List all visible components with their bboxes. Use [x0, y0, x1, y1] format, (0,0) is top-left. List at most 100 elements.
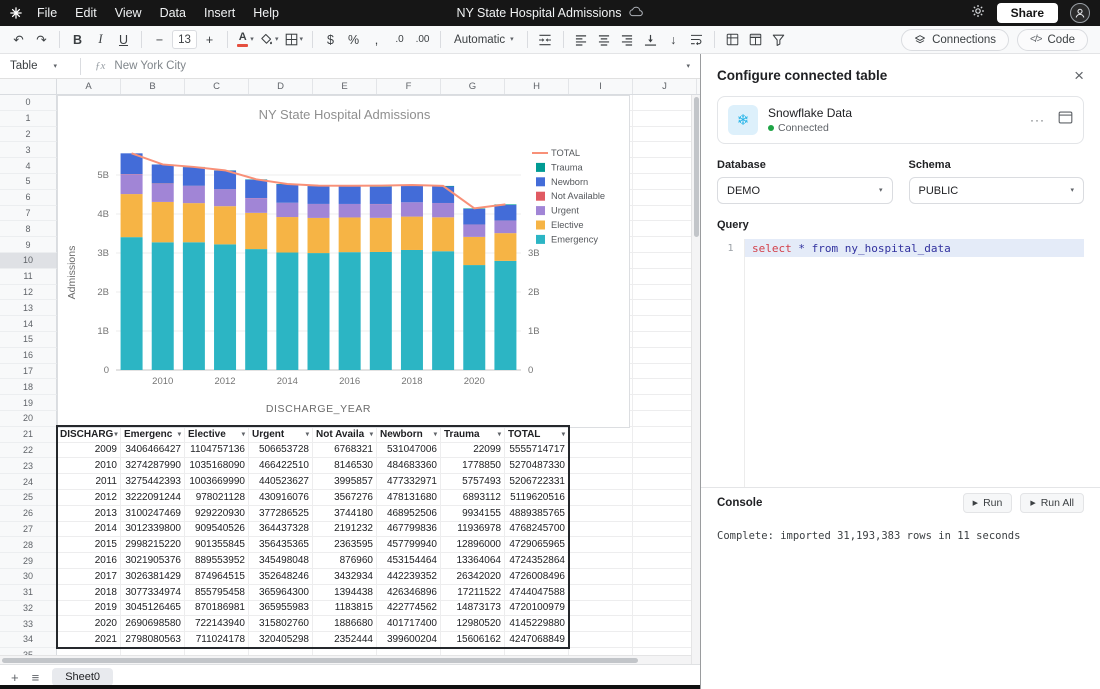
table-cell[interactable]: 5270487330: [505, 458, 569, 475]
table-cell[interactable]: 4768245700: [505, 521, 569, 538]
filter-chevron-icon[interactable]: ▾: [370, 430, 373, 438]
increase-decimals-button[interactable]: .00: [412, 29, 433, 51]
row-header-7[interactable]: 7: [0, 205, 57, 222]
row-header-6[interactable]: 6: [0, 189, 57, 206]
table-cell[interactable]: 3100247469: [121, 505, 185, 522]
table-cell[interactable]: 901355845: [185, 537, 249, 554]
grid-cell[interactable]: [633, 474, 697, 490]
grid-cell[interactable]: [569, 489, 633, 506]
table-cell[interactable]: 2352444: [313, 632, 377, 648]
row-header-12[interactable]: 12: [0, 284, 57, 301]
menu-insert[interactable]: Insert: [195, 6, 244, 20]
grid-cell[interactable]: [633, 300, 697, 317]
table-cell[interactable]: 5757493: [441, 474, 505, 490]
row-header-26[interactable]: 26: [0, 505, 57, 522]
row-header-23[interactable]: 23: [0, 458, 57, 475]
table-cell[interactable]: 978021128: [185, 489, 249, 506]
table-cell[interactable]: 12896000: [441, 537, 505, 554]
table-cell[interactable]: 345498048: [249, 553, 313, 569]
table-cell[interactable]: 3406466427: [121, 442, 185, 459]
table-cell[interactable]: 3432934: [313, 568, 377, 585]
table-cell[interactable]: 4720100979: [505, 600, 569, 617]
table-button[interactable]: [745, 29, 766, 51]
grid-cell[interactable]: [569, 537, 633, 554]
row-header-13[interactable]: 13: [0, 300, 57, 317]
row-header-8[interactable]: 8: [0, 221, 57, 238]
row-header-22[interactable]: 22: [0, 442, 57, 459]
vertical-align-button[interactable]: [640, 29, 661, 51]
table-cell[interactable]: 11936978: [441, 521, 505, 538]
row-header-28[interactable]: 28: [0, 537, 57, 554]
table-cell[interactable]: 426346896: [377, 584, 441, 601]
connections-button[interactable]: Connections: [901, 28, 1010, 51]
table-cell[interactable]: 531047006: [377, 442, 441, 459]
freeze-button[interactable]: [722, 29, 743, 51]
filter-chevron-icon[interactable]: ▾: [178, 430, 181, 438]
text-rotation-button[interactable]: ↓: [663, 29, 684, 51]
grid-cell[interactable]: [633, 252, 697, 269]
align-left-button[interactable]: [571, 29, 592, 51]
grid-cell[interactable]: [633, 363, 697, 380]
redo-button[interactable]: ↷: [31, 29, 52, 51]
table-cell[interactable]: 2019: [57, 600, 121, 617]
wrap-text-button[interactable]: [686, 29, 707, 51]
table-cell[interactable]: 2191232: [313, 521, 377, 538]
sheet-list-icon[interactable]: ≡: [32, 671, 40, 684]
font-size-input[interactable]: 13: [172, 30, 197, 49]
grid-cell[interactable]: [569, 442, 633, 459]
table-cell[interactable]: 889553952: [185, 553, 249, 569]
table-cell[interactable]: 364437328: [249, 521, 313, 538]
table-cell[interactable]: 1394438: [313, 584, 377, 601]
code-button[interactable]: </> Code: [1017, 28, 1088, 51]
table-cell[interactable]: 26342020: [441, 568, 505, 585]
row-header-17[interactable]: 17: [0, 363, 57, 380]
grid-corner[interactable]: [0, 79, 57, 94]
grid-cell[interactable]: [633, 426, 697, 443]
table-cell[interactable]: 2012: [57, 489, 121, 506]
query-text[interactable]: select * from ny_hospital_data: [744, 239, 1084, 257]
merge-cells-button[interactable]: [535, 29, 556, 51]
table-header-cell[interactable]: Trauma ▾: [441, 426, 505, 443]
table-cell[interactable]: 377286525: [249, 505, 313, 522]
table-cell[interactable]: 3744180: [313, 505, 377, 522]
table-cell[interactable]: 2018: [57, 584, 121, 601]
row-header-1[interactable]: 1: [0, 110, 57, 127]
column-header-B[interactable]: B: [121, 79, 185, 94]
table-cell[interactable]: 14873173: [441, 600, 505, 617]
bold-button[interactable]: B: [67, 29, 88, 51]
table-cell[interactable]: 3222091244: [121, 489, 185, 506]
grid-cell[interactable]: [633, 379, 697, 396]
filter-chevron-icon[interactable]: ▾: [498, 430, 501, 438]
table-cell[interactable]: 909540526: [185, 521, 249, 538]
table-cell[interactable]: 4744047588: [505, 584, 569, 601]
table-cell[interactable]: 3275442393: [121, 474, 185, 490]
table-cell[interactable]: 9934155: [441, 505, 505, 522]
table-cell[interactable]: 5206722331: [505, 474, 569, 490]
increase-font-button[interactable]: +: [199, 29, 220, 51]
table-header-cell[interactable]: Urgent ▾: [249, 426, 313, 443]
query-editor[interactable]: 1 select * from ny_hospital_data: [717, 239, 1084, 487]
grid-cell[interactable]: [633, 442, 697, 459]
vertical-scrollbar[interactable]: [691, 95, 700, 664]
table-cell[interactable]: 5119620516: [505, 489, 569, 506]
row-header-25[interactable]: 25: [0, 489, 57, 506]
row-header-2[interactable]: 2: [0, 126, 57, 143]
row-header-24[interactable]: 24: [0, 474, 57, 490]
italic-button[interactable]: I: [90, 29, 111, 51]
table-cell[interactable]: 1035168090: [185, 458, 249, 475]
table-cell[interactable]: 2363595: [313, 537, 377, 554]
table-cell[interactable]: 1886680: [313, 616, 377, 633]
table-cell[interactable]: 22099: [441, 442, 505, 459]
column-header-C[interactable]: C: [185, 79, 249, 94]
table-cell[interactable]: 4889385765: [505, 505, 569, 522]
grid-cell[interactable]: [633, 568, 697, 585]
horizontal-scrollbar[interactable]: [0, 655, 691, 664]
table-cell[interactable]: 315802760: [249, 616, 313, 633]
table-cell[interactable]: 2020: [57, 616, 121, 633]
open-table-view-icon[interactable]: [1058, 111, 1073, 129]
table-cell[interactable]: 5555714717: [505, 442, 569, 459]
grid-cell[interactable]: [633, 616, 697, 633]
grid-cell[interactable]: [633, 205, 697, 222]
grid-cell[interactable]: [633, 284, 697, 301]
table-header-cell[interactable]: Newborn ▾: [377, 426, 441, 443]
